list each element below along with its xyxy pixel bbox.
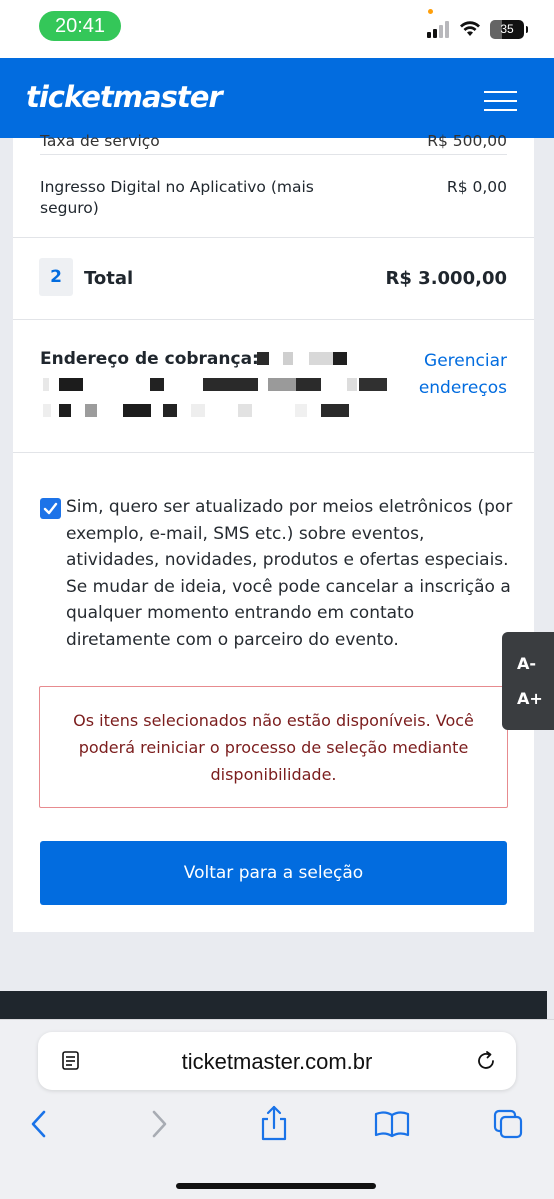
url-text: ticketmaster.com.br (181, 1049, 373, 1074)
unavailable-items-alert: Os itens selecionados não estão disponív… (39, 686, 508, 808)
address-bar[interactable]: ticketmaster.com.br (38, 1032, 516, 1090)
consent-text: Sim, quero ser atualizado por meios elet… (66, 497, 513, 650)
divider (40, 154, 507, 155)
back-icon[interactable] (28, 1108, 50, 1140)
divider (13, 452, 534, 453)
decrease-font-button[interactable]: A- (517, 654, 536, 673)
reload-icon[interactable] (474, 1049, 498, 1073)
hamburger-menu-icon[interactable] (484, 91, 517, 111)
battery-icon: 35 (490, 20, 528, 39)
home-indicator (176, 1183, 376, 1189)
consent-checkbox[interactable] (40, 498, 61, 519)
total-label: Total (84, 268, 134, 289)
alert-message: Os itens selecionados não estão disponív… (73, 711, 474, 784)
back-to-selection-button[interactable]: Voltar para a seleção (40, 841, 507, 905)
bookmarks-icon[interactable] (374, 1110, 410, 1138)
service-fee-row: Taxa de serviço R$ 500,00 (40, 131, 507, 152)
forward-icon[interactable] (148, 1108, 170, 1140)
privacy-indicator-dot (428, 9, 433, 14)
increase-font-button[interactable]: A+ (517, 689, 543, 708)
ticket-quantity-badge: 2 (39, 258, 73, 296)
service-fee-value: R$ 500,00 (427, 132, 507, 150)
status-time: 20:41 (39, 11, 121, 41)
cellular-signal-icon (427, 20, 453, 38)
share-icon[interactable] (258, 1104, 290, 1142)
divider (13, 319, 534, 320)
digital-ticket-row: Ingresso Digital no Aplicativo (mais seg… (40, 177, 507, 219)
font-size-widget: A- A+ (502, 632, 554, 730)
status-bar: 20:41 35 (0, 0, 554, 58)
checkout-summary-card: Taxa de serviço R$ 500,00 Ingresso Digit… (13, 132, 534, 932)
digital-ticket-value: R$ 0,00 (446, 178, 507, 196)
browser-toolbar: ticketmaster.com.br (0, 1019, 554, 1199)
wifi-icon (460, 21, 480, 36)
site-header: ticketmaster (0, 58, 554, 138)
checkmark-icon (43, 502, 58, 515)
battery-percent: 35 (500, 22, 514, 36)
digital-ticket-label: Ingresso Digital no Aplicativo (mais seg… (40, 178, 314, 217)
total-value: R$ 3.000,00 (385, 268, 507, 289)
divider (13, 237, 534, 238)
service-fee-label: Taxa de serviço (40, 132, 160, 150)
ticketmaster-logo[interactable]: ticketmaster (26, 80, 223, 114)
tabs-icon[interactable] (492, 1108, 524, 1140)
manage-addresses-link[interactable]: Gerenciar endereços (407, 348, 507, 402)
billing-address-label: Endereço de cobrança: (40, 349, 259, 369)
